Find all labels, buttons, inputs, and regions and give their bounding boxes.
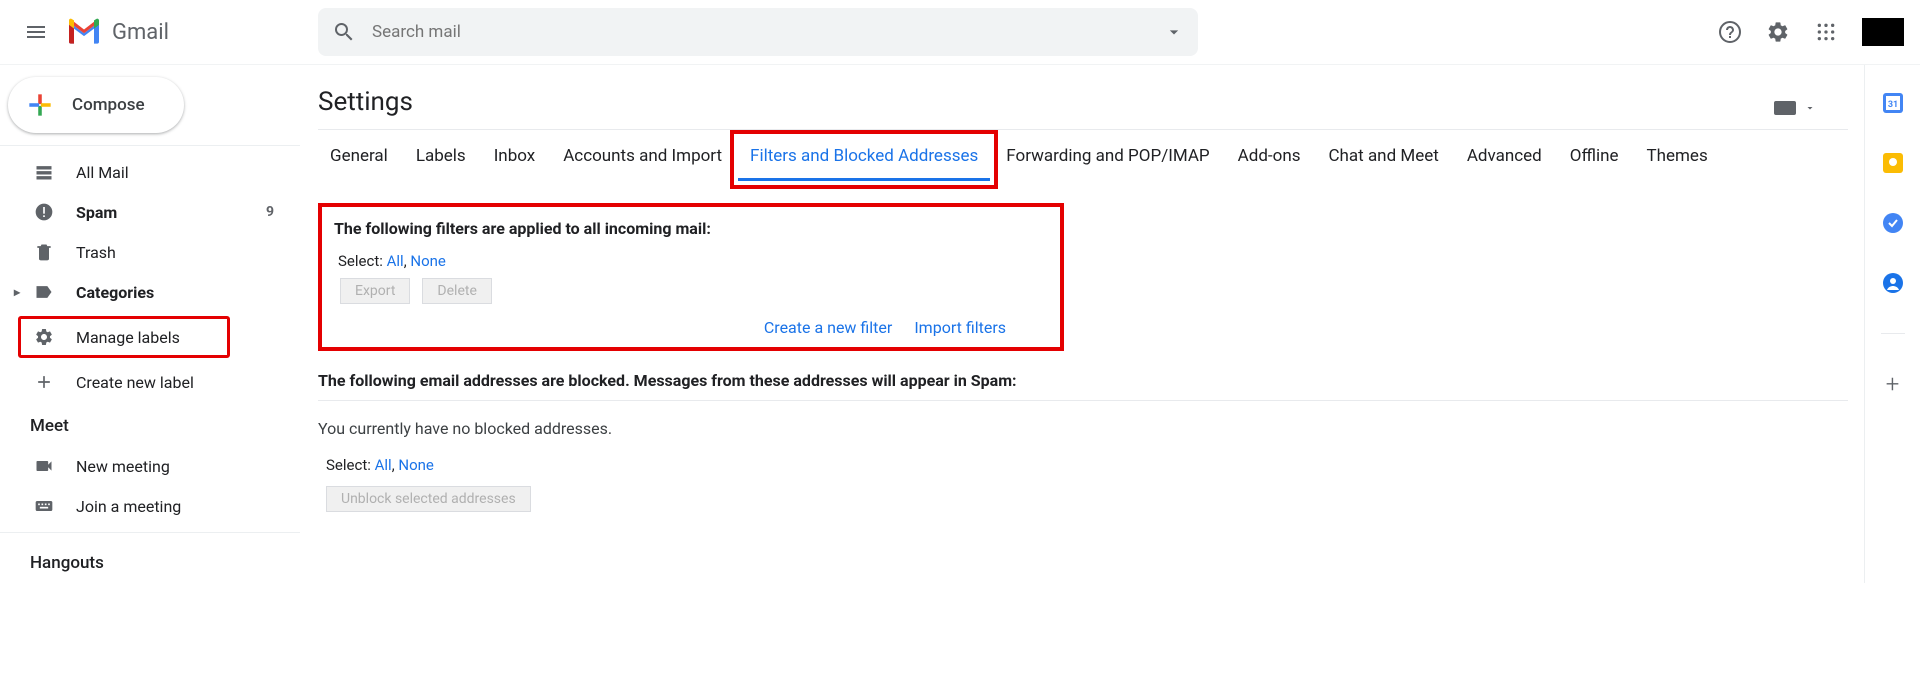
sidebar-item-categories[interactable]: ▸ Categories (0, 272, 300, 312)
keyboard-small-icon (1774, 101, 1796, 115)
tab-forwarding-and-pop-imap[interactable]: Forwarding and POP/IMAP (994, 140, 1221, 181)
import-filters-link[interactable]: Import filters (914, 318, 1006, 337)
tab-labels[interactable]: Labels (404, 140, 478, 181)
select-label: Select: (326, 456, 371, 474)
contacts-app-button[interactable] (1883, 273, 1903, 293)
sidebar-divider-2 (0, 532, 300, 533)
search-bar[interactable] (318, 8, 1198, 56)
body: Compose All Mail Spam 9 Trash ▸ Categori… (0, 65, 1920, 583)
sidebar-item-manage-labels[interactable]: Manage labels (18, 316, 230, 358)
search-icon (332, 20, 356, 44)
settings-tabs: GeneralLabelsInboxAccounts and ImportFil… (318, 129, 1848, 181)
label-icon (34, 282, 54, 302)
blocked-select-all-link[interactable]: All (375, 456, 392, 474)
sidebar-label: Manage labels (76, 328, 180, 347)
sidebar-label: Join a meeting (76, 497, 181, 516)
hamburger-icon (24, 20, 48, 44)
tab-general[interactable]: General (318, 140, 400, 181)
tab-chat-and-meet[interactable]: Chat and Meet (1316, 140, 1450, 181)
sidebar-item-new-meeting[interactable]: New meeting (0, 446, 300, 486)
blocked-empty-message: You currently have no blocked addresses. (318, 401, 1848, 452)
stack-icon (34, 162, 54, 182)
gmail-text: Gmail (112, 20, 169, 45)
filters-heading: The following filters are applied to all… (334, 215, 1048, 248)
select-none-link[interactable]: None (410, 252, 446, 270)
apps-button[interactable] (1806, 12, 1846, 52)
select-label: Select: (338, 252, 383, 270)
tab-advanced[interactable]: Advanced (1455, 140, 1554, 181)
trash-icon (34, 242, 54, 262)
meet-section-header: Meet (0, 402, 300, 446)
blocked-select-none-link[interactable]: None (398, 456, 434, 474)
sidebar-item-trash[interactable]: Trash (0, 232, 300, 272)
tasks-app-button[interactable] (1883, 213, 1903, 233)
settings-content: Settings GeneralLabelsInboxAccounts and … (300, 65, 1864, 583)
expand-icon: ▸ (14, 285, 20, 299)
sidebar-label: New meeting (76, 457, 170, 476)
page-title: Settings (318, 87, 413, 117)
main-menu-button[interactable] (12, 8, 60, 56)
sidebar-item-join-meeting[interactable]: Join a meeting (0, 486, 300, 526)
blocked-section: The following email addresses are blocke… (318, 367, 1848, 520)
sidebar-divider (0, 145, 300, 146)
sidebar-label: Create new label (76, 373, 194, 392)
filters-section: The following filters are applied to all… (318, 203, 1064, 351)
sidebar-label: All Mail (76, 163, 129, 182)
spam-count: 9 (266, 204, 274, 220)
svg-text:31: 31 (1887, 100, 1897, 110)
gmail-logo[interactable]: Gmail (64, 12, 169, 52)
tab-themes[interactable]: Themes (1635, 140, 1720, 181)
help-icon (1718, 20, 1742, 44)
apps-grid-icon (1816, 22, 1836, 42)
delete-button: Delete (422, 278, 491, 304)
compose-plus-icon (24, 89, 56, 121)
sidebar-label: Spam (76, 203, 117, 222)
header: Gmail (0, 0, 1920, 64)
sidebar: Compose All Mail Spam 9 Trash ▸ Categori… (0, 65, 300, 583)
select-all-link[interactable]: All (387, 252, 404, 270)
add-app-button[interactable]: + (1883, 374, 1903, 394)
tab-filters-and-blocked-addresses[interactable]: Filters and Blocked Addresses (738, 140, 990, 181)
settings-button[interactable] (1758, 12, 1798, 52)
gmail-icon (64, 12, 104, 52)
plus-icon (34, 372, 54, 392)
filter-action-links: Create a new filter Import filters (334, 312, 1048, 337)
input-tools[interactable] (1774, 101, 1816, 115)
tab-accounts-and-import[interactable]: Accounts and Import (551, 140, 734, 181)
spam-icon (34, 202, 54, 222)
tab-offline[interactable]: Offline (1558, 140, 1631, 181)
filters-buttons: Export Delete (334, 278, 1048, 312)
search-input[interactable] (372, 22, 1164, 42)
keyboard-icon (34, 496, 54, 516)
unblock-button: Unblock selected addresses (326, 486, 531, 512)
sidebar-item-allmail[interactable]: All Mail (0, 152, 300, 192)
keep-app-button[interactable] (1883, 153, 1903, 173)
sidebar-label: Trash (76, 243, 116, 262)
gear-icon (34, 327, 54, 347)
header-actions (1710, 12, 1904, 52)
chevron-down-icon (1804, 102, 1816, 114)
account-avatar[interactable] (1862, 18, 1904, 46)
filters-select-row: Select: All, None (334, 248, 1048, 278)
gear-icon (1766, 20, 1790, 44)
create-filter-link[interactable]: Create a new filter (764, 318, 892, 337)
search-options-icon[interactable] (1164, 22, 1184, 42)
compose-label: Compose (72, 95, 145, 115)
sidebar-item-spam[interactable]: Spam 9 (0, 192, 300, 232)
blocked-select-row: Select: All, None (318, 452, 1848, 482)
tab-add-ons[interactable]: Add-ons (1226, 140, 1313, 181)
blocked-heading: The following email addresses are blocke… (318, 367, 1848, 401)
side-panel: 31 + (1864, 65, 1920, 583)
hangouts-section-header: Hangouts (0, 539, 300, 583)
calendar-app-button[interactable]: 31 (1883, 93, 1903, 113)
sidebar-label: Categories (76, 283, 154, 302)
tab-inbox[interactable]: Inbox (482, 140, 548, 181)
export-button: Export (340, 278, 410, 304)
camera-icon (34, 456, 54, 476)
sidebar-item-create-label[interactable]: Create new label (0, 362, 300, 402)
support-button[interactable] (1710, 12, 1750, 52)
compose-button[interactable]: Compose (8, 77, 184, 133)
